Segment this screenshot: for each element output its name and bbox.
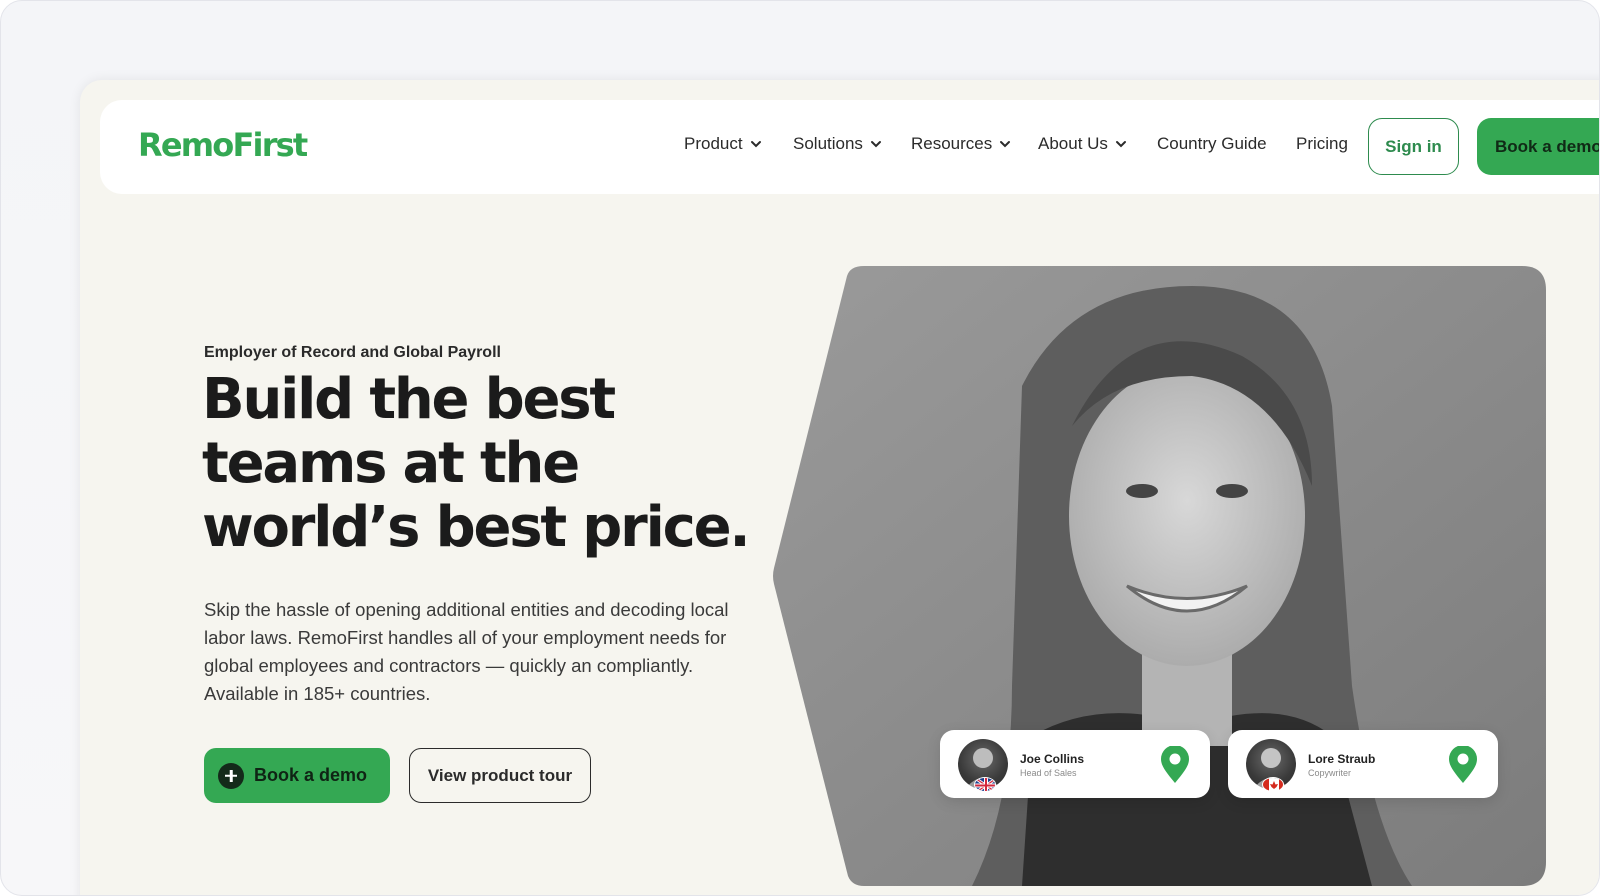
card-name: Lore Straub bbox=[1308, 752, 1376, 766]
nav-item-about-us[interactable]: About Us bbox=[1038, 134, 1128, 154]
sign-in-button[interactable]: Sign in bbox=[1368, 118, 1459, 175]
plus-circle-icon bbox=[218, 762, 244, 789]
profile-card: Joe Collins Head of Sales bbox=[940, 730, 1210, 798]
chevron-down-icon bbox=[870, 141, 881, 148]
profile-card: Lore Straub Copywriter bbox=[1228, 730, 1498, 798]
book-demo-nav-button[interactable]: Book a demo bbox=[1477, 118, 1599, 175]
logo[interactable]: RemoFirst bbox=[138, 126, 308, 164]
outer-frame: RemoFirst Product Solutions Resources Ab… bbox=[0, 0, 1600, 896]
book-demo-button[interactable]: Book a demo bbox=[204, 748, 390, 803]
nav-item-label: Country Guide bbox=[1157, 134, 1267, 153]
nav-item-country-guide[interactable]: Country Guide bbox=[1157, 134, 1267, 154]
navbar: RemoFirst Product Solutions Resources Ab… bbox=[100, 100, 1599, 194]
chevron-down-icon bbox=[1000, 141, 1011, 148]
chevron-down-icon bbox=[750, 141, 761, 148]
uk-flag-icon bbox=[974, 777, 996, 792]
chevron-down-icon bbox=[1115, 141, 1126, 148]
card-role: Copywriter bbox=[1308, 768, 1352, 778]
nav-item-resources[interactable]: Resources bbox=[911, 134, 1012, 154]
card-name: Joe Collins bbox=[1020, 752, 1085, 766]
location-pin-icon bbox=[1449, 746, 1477, 783]
nav-item-label: About Us bbox=[1038, 134, 1108, 153]
view-product-tour-button[interactable]: View product tour bbox=[409, 748, 591, 803]
canada-flag-icon bbox=[1262, 777, 1284, 792]
nav-item-label: Resources bbox=[911, 134, 993, 153]
card-role: Head of Sales bbox=[1020, 768, 1077, 778]
hero-subtext: Skip the hassle of opening additional en… bbox=[204, 599, 729, 704]
nav-item-solutions[interactable]: Solutions bbox=[793, 134, 883, 154]
location-pin-icon bbox=[1161, 746, 1189, 783]
nav-item-label: Pricing bbox=[1296, 134, 1348, 153]
nav-item-product[interactable]: Product bbox=[684, 134, 763, 154]
browser-window: RemoFirst Product Solutions Resources Ab… bbox=[80, 80, 1599, 895]
nav-item-label: Solutions bbox=[793, 134, 863, 153]
hero-headline: Build the best teams at the world’s best… bbox=[202, 367, 751, 560]
book-demo-label: Book a demo bbox=[254, 765, 368, 785]
nav-item-label: Product bbox=[684, 134, 743, 153]
nav-item-pricing[interactable]: Pricing bbox=[1296, 134, 1348, 154]
hero-eyebrow: Employer of Record and Global Payroll bbox=[204, 344, 501, 361]
